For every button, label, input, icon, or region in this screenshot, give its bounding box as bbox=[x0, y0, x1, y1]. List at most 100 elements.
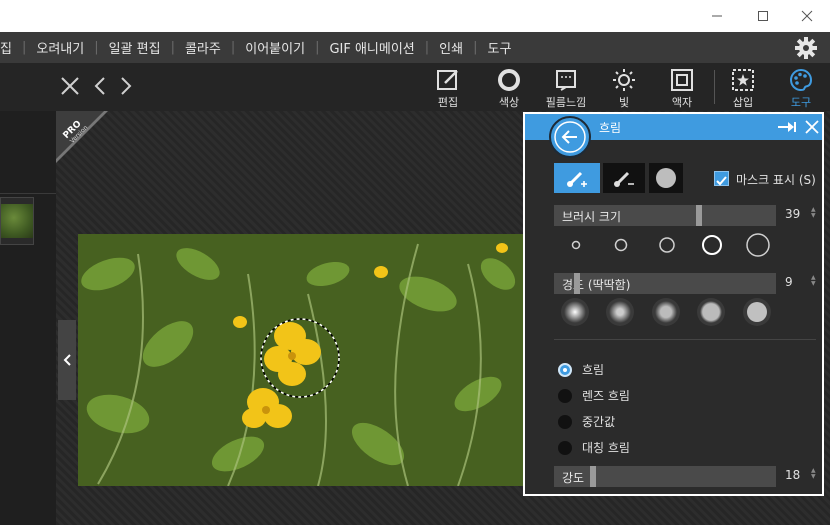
photo-canvas[interactable] bbox=[78, 234, 524, 486]
color-ring-icon bbox=[496, 67, 522, 93]
tool-light[interactable]: 빛 bbox=[598, 64, 650, 110]
brush-size-slider[interactable]: 브러시 크기 bbox=[554, 205, 776, 226]
back-button[interactable] bbox=[549, 116, 591, 158]
slider-thumb[interactable] bbox=[590, 466, 596, 487]
panel-title: 흐림 bbox=[599, 121, 622, 135]
brush-fill-button[interactable] bbox=[649, 163, 683, 193]
pro-version-badge: PRO Version bbox=[56, 111, 112, 167]
palette-icon bbox=[788, 67, 814, 93]
menu-item-stitch[interactable]: 이어붙이기 bbox=[235, 38, 315, 57]
hardness-value[interactable]: 9 bbox=[785, 275, 793, 289]
hardness-spinner[interactable]: ▲ ▼ bbox=[811, 275, 819, 289]
tool-label: 색상 bbox=[498, 96, 520, 109]
mask-checkbox[interactable] bbox=[714, 171, 729, 186]
brush-preset-2[interactable] bbox=[607, 231, 635, 259]
close-window-button[interactable] bbox=[784, 0, 830, 32]
toolbar-divider bbox=[714, 70, 715, 104]
brush-preset-5[interactable] bbox=[744, 231, 772, 259]
collapse-pane-button[interactable] bbox=[58, 320, 76, 400]
tool-label: 도구 bbox=[790, 96, 812, 109]
panel-divider bbox=[554, 339, 816, 340]
photo-image bbox=[78, 234, 524, 486]
spin-down-icon: ▼ bbox=[811, 280, 816, 287]
tool-insert[interactable]: 삽입 bbox=[717, 64, 769, 110]
close-icon bbox=[805, 120, 819, 134]
previous-button[interactable] bbox=[92, 76, 108, 96]
menu-item-cutout[interactable]: 오려내기 bbox=[26, 38, 94, 57]
tool-tools[interactable]: 도구 bbox=[775, 64, 827, 110]
circle-fill-icon bbox=[656, 168, 676, 188]
tool-label: 액자 bbox=[671, 96, 693, 109]
hardness-preset-3[interactable] bbox=[652, 298, 680, 326]
brush-size-label: 브러시 크기 bbox=[562, 210, 622, 224]
spin-down-icon: ▼ bbox=[811, 212, 816, 219]
maximize-button[interactable] bbox=[740, 0, 786, 32]
settings-button[interactable] bbox=[794, 36, 818, 60]
thumbnail-pane bbox=[0, 111, 56, 525]
tool-label: 필름느낌 bbox=[545, 96, 587, 109]
radio-icon bbox=[558, 440, 572, 455]
pin-button[interactable] bbox=[777, 119, 797, 135]
hardness-preset-5[interactable] bbox=[743, 298, 771, 326]
brush-remove-button[interactable] bbox=[603, 163, 645, 193]
brush-preset-4[interactable] bbox=[698, 231, 726, 259]
radio-symmetric-blur[interactable]: 대칭 흐림 bbox=[558, 439, 630, 456]
tool-edit[interactable]: 편집 bbox=[422, 64, 474, 110]
minimize-button[interactable] bbox=[694, 0, 740, 32]
brush-preset-3[interactable] bbox=[653, 231, 681, 259]
menu-bar: 집 | 오려내기 | 일괄 편집 | 콜라주 | 이어붙이기 | GIF 애니메… bbox=[0, 32, 830, 63]
next-button[interactable] bbox=[118, 76, 134, 96]
gear-icon bbox=[795, 37, 817, 59]
edit-icon bbox=[435, 67, 461, 93]
slider-thumb[interactable] bbox=[574, 273, 580, 294]
radio-icon bbox=[558, 414, 572, 429]
brush-size-value[interactable]: 39 bbox=[785, 207, 800, 221]
strength-spinner[interactable]: ▲ ▼ bbox=[811, 468, 819, 482]
menu-item-gif[interactable]: GIF 애니메이션 bbox=[319, 38, 424, 57]
chevron-left-icon bbox=[63, 354, 71, 366]
close-icon bbox=[61, 77, 79, 95]
strength-value[interactable]: 18 bbox=[785, 468, 800, 482]
thumbnail-image bbox=[1, 204, 33, 238]
insert-star-icon bbox=[730, 67, 756, 93]
menu-item-print[interactable]: 인쇄 bbox=[429, 38, 473, 57]
close-panel-button[interactable] bbox=[805, 119, 819, 135]
hardness-preset-4[interactable] bbox=[697, 298, 725, 326]
brush-add-button[interactable] bbox=[554, 163, 600, 193]
brush-add-icon bbox=[567, 171, 587, 187]
radio-selected-icon bbox=[558, 362, 572, 377]
pane-divider bbox=[0, 193, 56, 194]
tool-label: 편집 bbox=[437, 96, 459, 109]
radio-median[interactable]: 중간값 bbox=[558, 413, 615, 430]
radio-blur[interactable]: 흐림 bbox=[558, 361, 604, 378]
hardness-preset-1[interactable] bbox=[561, 298, 589, 326]
hardness-preset-2[interactable] bbox=[606, 298, 634, 326]
strength-slider[interactable]: 강도 bbox=[554, 466, 776, 487]
radio-label: 렌즈 흐림 bbox=[582, 389, 630, 403]
maximize-icon bbox=[758, 11, 768, 21]
thumbnail-item[interactable] bbox=[0, 197, 34, 245]
menu-item-edit[interactable]: 집 bbox=[0, 38, 22, 57]
frame-icon bbox=[669, 67, 695, 93]
title-bar bbox=[0, 0, 830, 32]
minimize-icon bbox=[712, 15, 722, 17]
hardness-slider[interactable]: 경도 (딱딱함) bbox=[554, 273, 776, 294]
menu-item-batch-edit[interactable]: 일괄 편집 bbox=[99, 38, 171, 57]
chevron-right-icon bbox=[121, 77, 132, 95]
menu-item-tools[interactable]: 도구 bbox=[477, 38, 521, 57]
check-icon bbox=[716, 176, 727, 186]
tool-color[interactable]: 색상 bbox=[483, 64, 535, 110]
blur-panel: 흐림 마스크 표시 (S) 브러시 크기 39 ▲ ▼ 경도 (딱딱함) 9 ▲… bbox=[523, 112, 824, 496]
tool-label: 삽입 bbox=[732, 96, 754, 109]
slider-thumb[interactable] bbox=[696, 205, 702, 226]
brush-size-spinner[interactable]: ▲ ▼ bbox=[811, 207, 819, 221]
tool-frame[interactable]: 액자 bbox=[656, 64, 708, 110]
brush-preset-1[interactable] bbox=[562, 231, 590, 259]
radio-icon bbox=[558, 388, 572, 403]
menu-item-collage[interactable]: 콜라주 bbox=[175, 38, 231, 57]
radio-label: 흐림 bbox=[582, 363, 605, 377]
close-icon bbox=[801, 10, 813, 22]
close-image-button[interactable] bbox=[60, 76, 80, 96]
radio-lens-blur[interactable]: 렌즈 흐림 bbox=[558, 387, 630, 404]
tool-film[interactable]: 필름느낌 bbox=[540, 64, 592, 110]
